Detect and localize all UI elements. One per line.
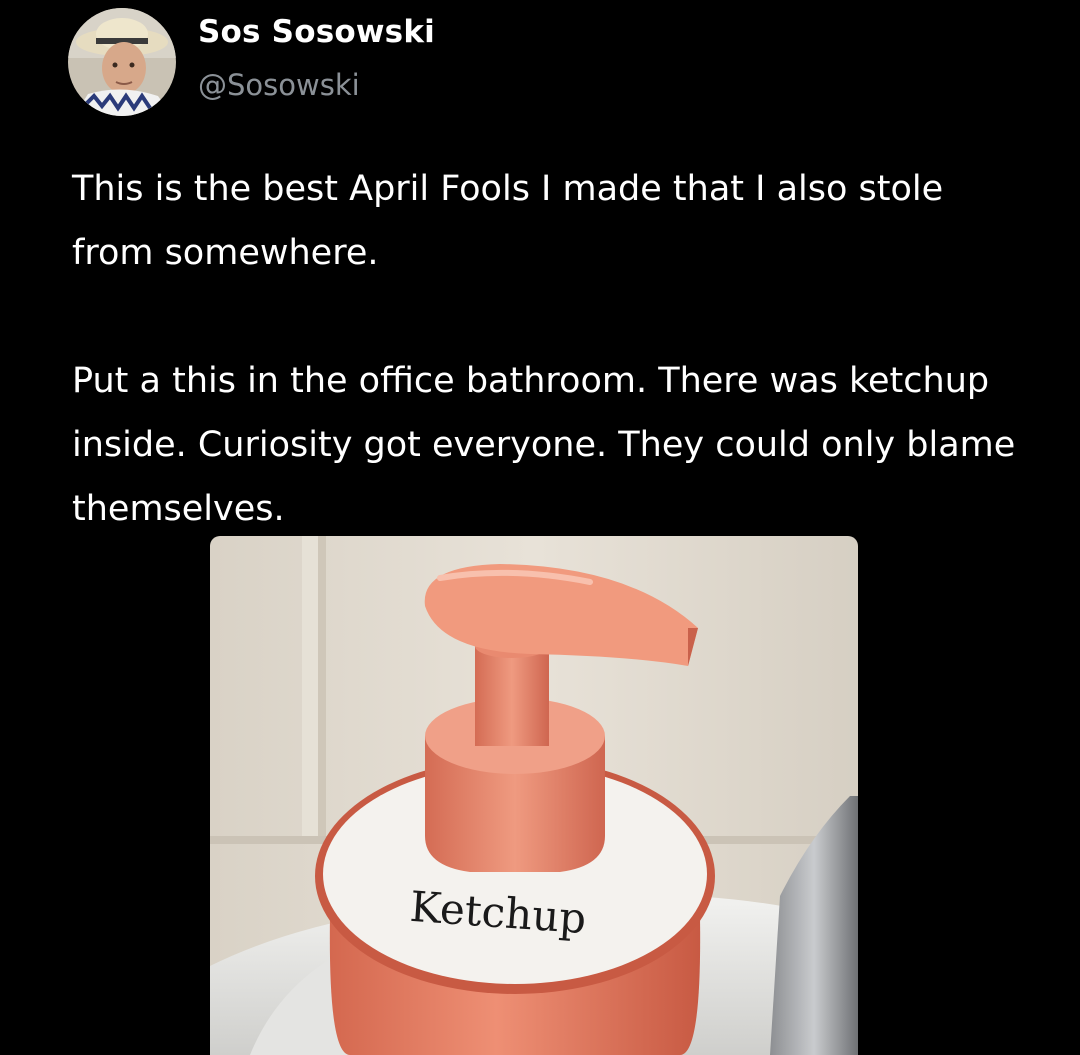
tweet-container: Sos Sosowski @Sosowski This is the best … (0, 0, 1080, 1055)
avatar[interactable] (68, 8, 176, 116)
tweet-text: This is the best April Fools I made that… (72, 157, 1032, 541)
ketchup-dispenser-photo (210, 536, 858, 1055)
tweet-media-image[interactable]: Ketchup (210, 536, 858, 1055)
author-handle[interactable]: @Sosowski (198, 68, 360, 102)
tweet-paragraph: This is the best April Fools I made that… (72, 169, 944, 273)
avatar-photo (68, 8, 176, 116)
author-display-name[interactable]: Sos Sosowski (198, 14, 435, 50)
tweet-paragraph: Put a this in the office bathroom. There… (72, 361, 1016, 529)
